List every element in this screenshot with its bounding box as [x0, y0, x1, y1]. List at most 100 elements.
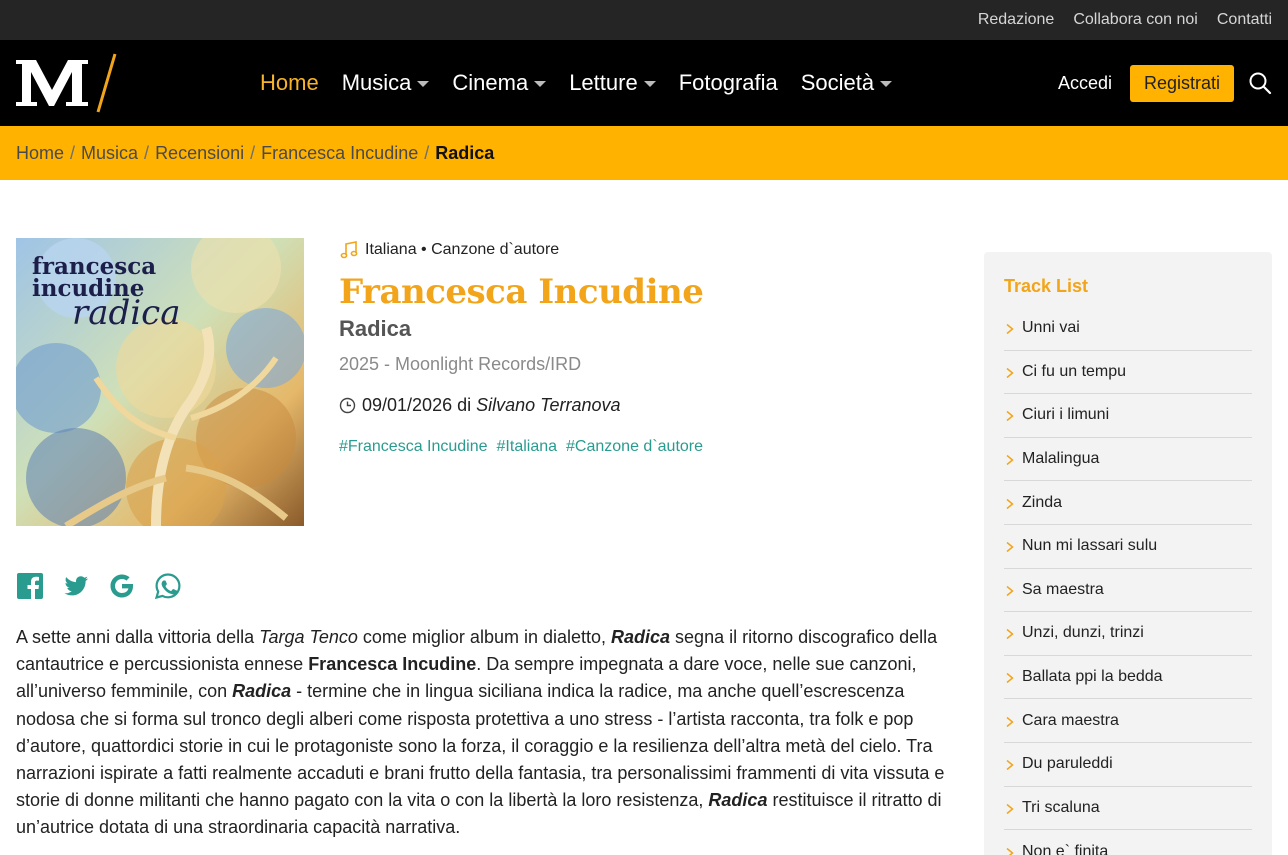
- track-item[interactable]: Non e` finita: [1004, 830, 1252, 855]
- track-title: Nun mi lassari sulu: [1022, 537, 1158, 555]
- chevron-right-icon: [1004, 627, 1016, 640]
- tracklist-title: Track List: [1004, 276, 1089, 296]
- track-title: Ci fu un tempu: [1022, 362, 1127, 380]
- nav-musica-label: Musica: [341, 70, 412, 95]
- cover-text-line3: radica: [72, 293, 180, 333]
- nav-home-label: Home: [260, 70, 319, 95]
- genre-text: Italiana • Canzone d`autore: [365, 241, 560, 258]
- track-title: Unzi, dunzi, trinzi: [1022, 624, 1144, 642]
- track-item[interactable]: Unzi, dunzi, trinzi: [1004, 612, 1252, 656]
- chevron-right-icon: [1004, 322, 1016, 335]
- publish-date: 09/01/2026 di: [362, 395, 472, 415]
- track-item[interactable]: Du paruleddi: [1004, 743, 1252, 787]
- nav-cinema[interactable]: Cinema: [452, 70, 547, 96]
- release-info: 2025 - Moonlight Records/IRD: [339, 354, 582, 374]
- publish-line: 09/01/2026 di Silvano Terranova: [339, 395, 959, 416]
- award-name: Targa Tenco: [259, 627, 358, 647]
- artist-name-inline: Francesca Incudine: [308, 654, 477, 675]
- track-item[interactable]: Ballata ppi la bedda: [1004, 656, 1252, 700]
- nav-menu: Home Musica Cinema Letture Fotografia So…: [260, 40, 915, 126]
- track-item[interactable]: Malalingua: [1004, 438, 1252, 482]
- track-item[interactable]: Zinda: [1004, 481, 1252, 525]
- search-icon[interactable]: [1248, 71, 1272, 95]
- text-run: A sette anni dalla vittoria della: [16, 627, 260, 647]
- tracklist-panel: Track List Unni vai Ci fu un tempu Ciuri i…: [984, 252, 1272, 855]
- album-name-inline: Radica: [611, 627, 671, 647]
- track-item[interactable]: Nun mi lassari sulu: [1004, 525, 1252, 569]
- chevron-right-icon: [1004, 715, 1016, 727]
- nav-letture[interactable]: Letture: [569, 70, 656, 96]
- genre-line: Italiana • Canzone d`autore: [339, 240, 959, 260]
- tag-artist[interactable]: #Francesca Incudine: [339, 438, 488, 456]
- facebook-icon[interactable]: [16, 572, 44, 600]
- breadcrumb-separator: /: [70, 142, 76, 163]
- nav-fotografia[interactable]: Fotografia: [679, 70, 778, 96]
- nav-letture-label: Letture: [569, 70, 638, 95]
- utility-links: Redazione Collabora con noi Contatti: [978, 0, 1272, 40]
- track-title: Sa maestra: [1022, 580, 1104, 598]
- breadcrumb-musica[interactable]: Musica: [81, 143, 138, 164]
- breadcrumb-home[interactable]: Home: [16, 143, 64, 164]
- nav-societa-label: Società: [800, 70, 875, 95]
- album-title: Radica: [339, 316, 412, 341]
- track-title: Ballata ppi la bedda: [1022, 668, 1163, 686]
- track-item[interactable]: Sa maestra: [1004, 569, 1252, 613]
- breadcrumb-current: Radica: [435, 142, 495, 163]
- chevron-right-icon: [1004, 409, 1016, 422]
- nav-account: Accedi Registrati: [1058, 40, 1272, 126]
- tag-canzone[interactable]: #Canzone d`autore: [566, 438, 703, 456]
- chevron-right-icon: [1004, 453, 1016, 466]
- tag-italiana[interactable]: #Italiana: [497, 438, 558, 456]
- music-note-icon: [339, 240, 359, 260]
- chevron-down-icon: [417, 81, 430, 87]
- chevron-right-icon: [1004, 584, 1016, 596]
- album-name-inline: Radica: [232, 681, 292, 702]
- nav-musica[interactable]: Musica: [342, 70, 430, 96]
- album-cover: francesca incudine radica: [16, 238, 304, 526]
- google-icon[interactable]: [108, 572, 136, 600]
- track-title: Non e` finita: [1022, 842, 1109, 855]
- chevron-right-icon: [1004, 540, 1016, 553]
- chevron-right-icon: [1004, 671, 1016, 684]
- breadcrumb: Home / Musica / Recensioni / Francesca I…: [0, 126, 1288, 180]
- track-item[interactable]: Unni vai: [1004, 307, 1252, 351]
- breadcrumb-artist[interactable]: Francesca Incudine: [261, 143, 418, 164]
- link-contatti[interactable]: Contatti: [1217, 11, 1272, 29]
- track-item[interactable]: Ci fu un tempu: [1004, 351, 1252, 395]
- tag-list: #Francesca Incudine #Italiana #Canzone d…: [339, 438, 959, 456]
- chevron-down-icon: [880, 81, 893, 87]
- share-bar: [16, 572, 182, 600]
- nav-home[interactable]: Home: [260, 70, 319, 96]
- breadcrumb-separator: /: [250, 142, 256, 163]
- text-run: come miglior album in dialetto,: [357, 627, 612, 647]
- site-logo[interactable]: [14, 52, 118, 114]
- chevron-right-icon: [1004, 846, 1016, 855]
- link-redazione[interactable]: Redazione: [978, 11, 1055, 29]
- article-body: A sette anni dalla vittoria della Targa …: [16, 624, 956, 842]
- author-name[interactable]: Silvano Terranova: [476, 395, 620, 416]
- track-item[interactable]: Ciuri i limuni: [1004, 394, 1252, 438]
- twitter-icon[interactable]: [62, 572, 90, 600]
- chevron-right-icon: [1004, 497, 1016, 509]
- track-list: Unni vai Ci fu un tempu Ciuri i limuni Mala…: [1004, 307, 1252, 855]
- artist-name: Francesca Incudine: [339, 272, 704, 312]
- breadcrumb-separator: /: [144, 142, 150, 163]
- track-title: Tri scaluna: [1022, 798, 1100, 816]
- nav-societa[interactable]: Società: [800, 70, 893, 96]
- chevron-down-icon: [643, 81, 656, 87]
- register-button[interactable]: Registrati: [1129, 64, 1234, 102]
- chevron-down-icon: [534, 81, 547, 87]
- track-item[interactable]: Cara maestra: [1004, 699, 1252, 743]
- clock-icon: [339, 397, 356, 414]
- track-title: Zinda: [1022, 493, 1063, 511]
- track-title: Ciuri i limuni: [1022, 406, 1110, 424]
- chevron-right-icon: [1004, 802, 1016, 814]
- track-item[interactable]: Tri scaluna: [1004, 787, 1252, 831]
- chevron-right-icon: [1004, 758, 1016, 771]
- login-link[interactable]: Accedi: [1058, 73, 1112, 94]
- whatsapp-icon[interactable]: [154, 572, 182, 600]
- article-paragraph: A sette anni dalla vittoria della Targa …: [16, 624, 956, 842]
- top-utility-bar: Redazione Collabora con noi Contatti: [0, 0, 1288, 40]
- link-collabora[interactable]: Collabora con noi: [1073, 11, 1198, 29]
- breadcrumb-recensioni[interactable]: Recensioni: [155, 143, 244, 164]
